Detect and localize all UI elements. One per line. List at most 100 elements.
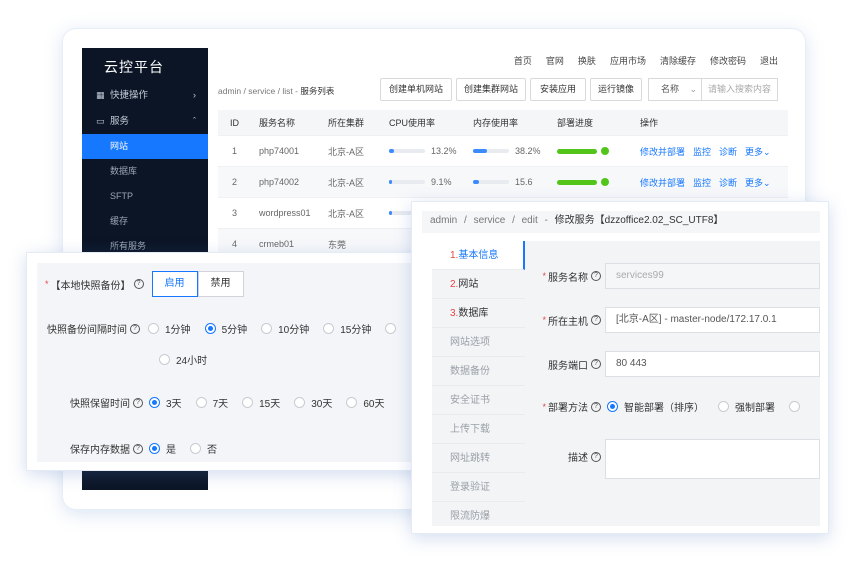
nav-home[interactable]: 首页 xyxy=(514,54,532,67)
sidebar-item-services[interactable]: ▭ 服务 ˆ xyxy=(82,108,208,134)
deploy-option-more[interactable] xyxy=(789,401,806,412)
interval-option-more[interactable] xyxy=(385,323,402,334)
stage: 云控平台 ▦ 快捷操作 › ▭ 服务 ˆ 网站 数据库 SFTP 缓存 所有服务 首… xyxy=(0,0,855,561)
help-icon[interactable]: ? xyxy=(133,279,144,289)
crumb-admin[interactable]: admin xyxy=(430,215,457,226)
help-icon[interactable]: ? xyxy=(591,271,601,281)
col-id: ID xyxy=(230,117,239,128)
tab-rate-limit[interactable]: 限流防爆 xyxy=(432,502,525,526)
edit-tabs: 1.基本信息 2.网站 3.数据库 网站选项 数据备份 安全证书 上传下载 网址… xyxy=(432,241,525,526)
install-app-button[interactable]: 安装应用 xyxy=(530,78,586,101)
create-single-site-button[interactable]: 创建单机网站 xyxy=(380,78,452,101)
interval-option-5min[interactable]: 5分钟 xyxy=(204,321,247,336)
help-icon[interactable]: ? xyxy=(591,451,601,462)
tab-website[interactable]: 2.网站 xyxy=(432,270,525,299)
tab-upload-download[interactable]: 上传下载 xyxy=(432,415,525,444)
diagnose-link[interactable]: 诊断 xyxy=(719,176,737,189)
disable-button[interactable]: 禁用 xyxy=(197,271,244,297)
help-icon[interactable]: ? xyxy=(591,359,601,369)
retain-option-7d[interactable]: 7天 xyxy=(195,395,228,410)
sidebar-item-quick-actions[interactable]: ▦ 快捷操作 › xyxy=(82,82,208,108)
retain-option-15d[interactable]: 15天 xyxy=(242,395,280,410)
more-dropdown[interactable]: 更多⌄ xyxy=(745,145,771,158)
required-mark: * xyxy=(542,401,546,412)
col-progress: 部署进度 xyxy=(557,118,594,128)
interval-option-1min[interactable]: 1分钟 xyxy=(148,321,191,336)
option-label: 是 xyxy=(166,445,176,456)
cell-mem: 15.6 xyxy=(465,177,549,187)
help-icon[interactable]: ? xyxy=(130,323,140,334)
create-cluster-site-button[interactable]: 创建集群网站 xyxy=(456,78,526,101)
option-label: 24小时 xyxy=(176,356,208,367)
tab-website-options[interactable]: 网站选项 xyxy=(432,328,525,357)
diagnose-link[interactable]: 诊断 xyxy=(719,145,737,158)
top-nav: 首页 官网 换肤 应用市场 清除缓存 修改密码 退出 xyxy=(208,48,788,72)
port-input[interactable]: 80 443 xyxy=(605,351,820,377)
sidebar-item-website[interactable]: 网站 xyxy=(82,134,208,159)
search-field-select[interactable]: 名称 ⌄ xyxy=(648,78,702,101)
description-row: 描述? xyxy=(525,439,820,479)
tab-database[interactable]: 3.数据库 xyxy=(432,299,525,328)
more-dropdown[interactable]: 更多⌄ xyxy=(745,176,771,189)
option-label: 10分钟 xyxy=(278,325,310,336)
option-label: 1分钟 xyxy=(165,325,191,336)
sidebar-item-sftp[interactable]: SFTP xyxy=(82,184,208,209)
retain-option-3d[interactable]: 3天 xyxy=(149,395,182,410)
memory-option-yes[interactable]: 是 xyxy=(149,441,176,456)
tab-data-backup[interactable]: 数据备份 xyxy=(432,357,525,386)
app-title: 云控平台 xyxy=(104,59,164,75)
chevron-right-icon: › xyxy=(193,90,196,100)
retain-option-30d[interactable]: 30天 xyxy=(294,395,332,410)
tab-basic-info[interactable]: 1.基本信息 xyxy=(432,241,525,270)
deploy-option-force[interactable]: 强制部署 xyxy=(718,399,775,414)
enable-button[interactable]: 启用 xyxy=(151,271,198,297)
crumb-service[interactable]: service xyxy=(474,215,506,226)
sidebar-item-label: 快捷操作 xyxy=(110,90,149,101)
snapshot-backup-form: * 【本地快照备份】 ? 启用 禁用 快照备份间隔时间 ? 1分钟 5分钟 10… xyxy=(37,263,423,462)
interval-option-10min[interactable]: 10分钟 xyxy=(261,321,309,336)
retain-option-60d[interactable]: 60天 xyxy=(346,395,385,410)
nav-skin[interactable]: 换肤 xyxy=(578,54,596,67)
nav-app-market[interactable]: 应用市场 xyxy=(610,54,646,67)
crumb-edit[interactable]: edit xyxy=(522,215,538,226)
mem-bar xyxy=(473,180,509,184)
help-icon[interactable]: ? xyxy=(133,397,143,408)
crumb-service[interactable]: service xyxy=(248,86,275,96)
memory-option-no[interactable]: 否 xyxy=(190,441,217,456)
tab-url-redirect[interactable]: 网址跳转 xyxy=(432,444,525,473)
sidebar-item-database[interactable]: 数据库 xyxy=(82,159,208,184)
nav-logout[interactable]: 退出 xyxy=(760,54,778,67)
sidebar-item-cache[interactable]: 缓存 xyxy=(82,209,208,234)
tab-login-verify[interactable]: 登录验证 xyxy=(432,473,525,502)
server-icon: ▭ xyxy=(96,116,105,126)
search-input[interactable]: 请输入搜索内容 xyxy=(702,78,778,101)
deploy-label: * 部署方法? xyxy=(525,399,605,414)
host-select[interactable]: [北京-A区] - master-node/172.17.0.1 xyxy=(605,307,820,333)
help-icon[interactable]: ? xyxy=(591,315,601,325)
tab-ssl-cert[interactable]: 安全证书 xyxy=(432,386,525,415)
crumb-admin[interactable]: admin xyxy=(218,86,241,96)
monitor-link[interactable]: 监控 xyxy=(693,145,711,158)
nav-official-site[interactable]: 官网 xyxy=(546,54,564,67)
help-icon[interactable]: ? xyxy=(591,401,601,412)
monitor-link[interactable]: 监控 xyxy=(693,176,711,189)
page-title: 修改服务【dzzoffice2.02_SC_UTF8】 xyxy=(554,215,724,226)
interval-option-24h[interactable]: 24小时 xyxy=(159,352,207,367)
crumb-list[interactable]: list xyxy=(282,86,292,96)
description-textarea[interactable] xyxy=(605,439,820,479)
run-image-button[interactable]: 运行镜像 xyxy=(590,78,642,101)
nav-clear-cache[interactable]: 清除缓存 xyxy=(660,54,696,67)
toolbar: admin / service / list - 服务列表 创建单机网站 创建集… xyxy=(208,78,788,102)
option-label: 15分钟 xyxy=(340,325,372,336)
service-name-input[interactable]: services99 xyxy=(605,263,820,289)
crumb-separator: - xyxy=(544,215,548,226)
modify-deploy-link[interactable]: 修改并部署 xyxy=(640,145,685,158)
deploy-option-smart[interactable]: 智能部署（排序） xyxy=(607,399,704,414)
modify-deploy-link[interactable]: 修改并部署 xyxy=(640,176,685,189)
basic-info-form: * 服务名称? services99 * 所在主机? [北京-A区] - maste… xyxy=(525,241,820,526)
nav-change-password[interactable]: 修改密码 xyxy=(710,54,746,67)
interval-row: 快照备份间隔时间 ? 1分钟 5分钟 10分钟 15分钟 xyxy=(47,321,416,336)
mem-value: 38.2% xyxy=(515,146,541,156)
interval-option-15min[interactable]: 15分钟 xyxy=(323,321,371,336)
help-icon[interactable]: ? xyxy=(133,443,143,454)
